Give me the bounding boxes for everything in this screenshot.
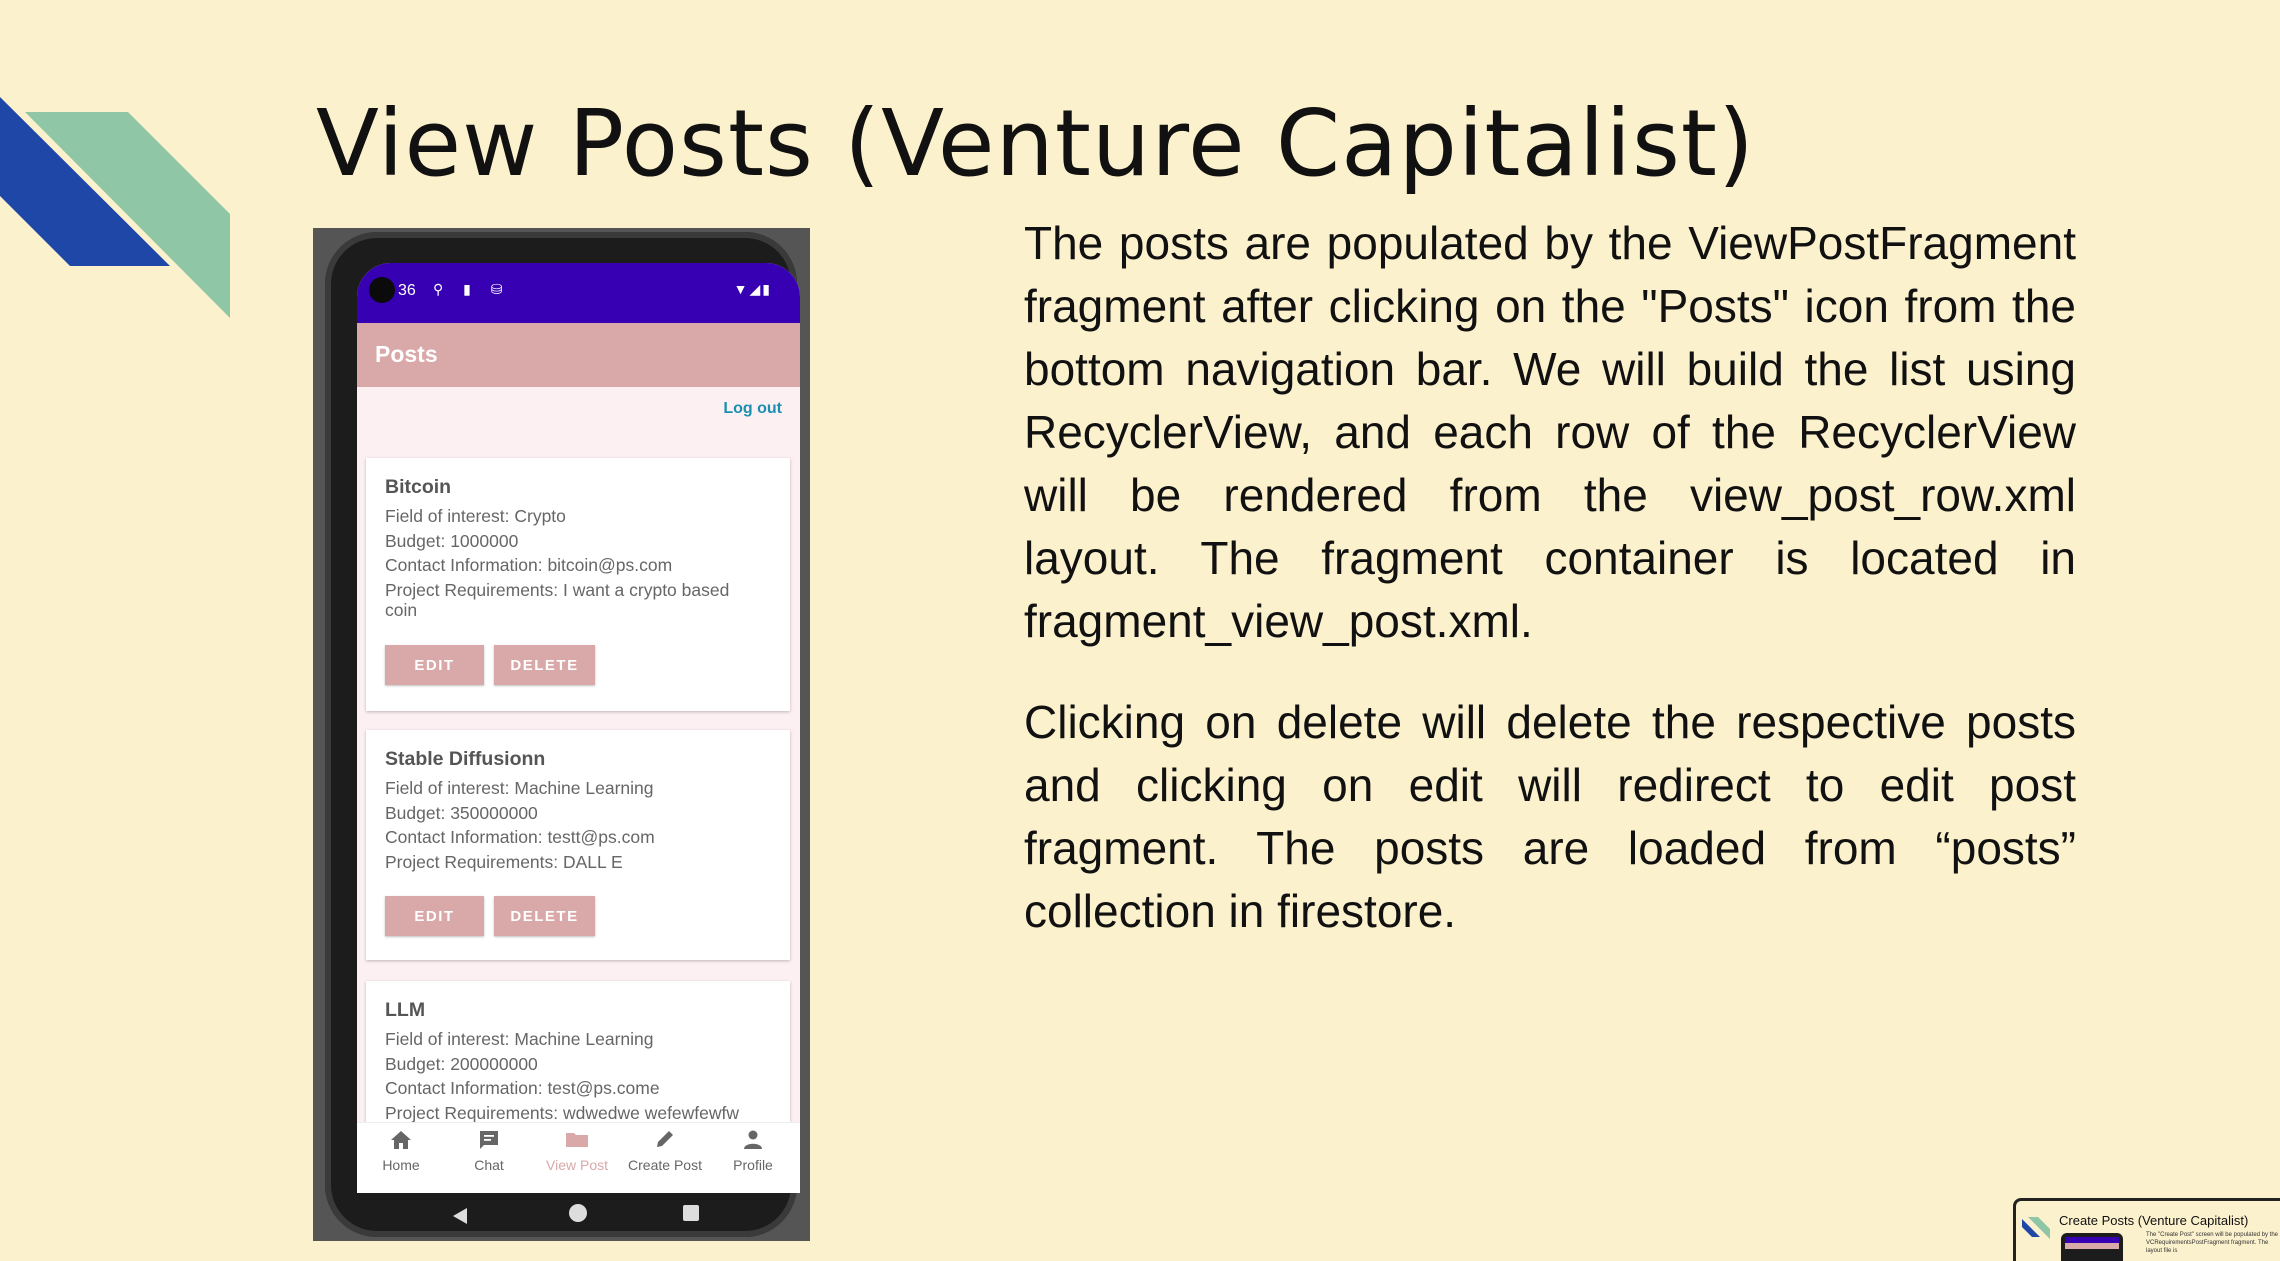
post-field: Field of interest: Machine Learning xyxy=(385,778,654,798)
post-budget: Budget: 1000000 xyxy=(385,530,519,551)
thumbnail-title: Create Posts (Venture Capitalist) xyxy=(2059,1213,2249,1228)
nav-chat-label: Chat xyxy=(474,1157,504,1173)
camera-icon xyxy=(369,277,395,303)
post-requirements: Project Requirements: I want a crypto ba… xyxy=(385,579,730,620)
post-field: Field of interest: Crypto xyxy=(385,506,566,526)
description: The posts are populated by the ViewPostF… xyxy=(1024,212,2076,981)
post-field: Field of interest: Machine Learning xyxy=(385,1029,654,1049)
decorative-stripes xyxy=(0,97,230,318)
slide-thumbnail[interactable]: Create Posts (Venture Capitalist) The "C… xyxy=(2013,1198,2280,1261)
back-icon[interactable] xyxy=(451,1206,469,1226)
delete-button[interactable]: DELETE xyxy=(494,645,595,685)
logout-button[interactable]: Log out xyxy=(723,400,782,418)
nav-profile-label: Profile xyxy=(733,1157,773,1173)
description-paragraph: The posts are populated by the ViewPostF… xyxy=(1024,217,2076,647)
chat-icon xyxy=(480,1131,498,1149)
nav-home-label: Home xyxy=(382,1157,420,1173)
bottom-navigation: Home Chat View Post Create Post Profile xyxy=(357,1122,800,1193)
app-bar-title: Posts xyxy=(375,341,438,367)
delete-button[interactable]: DELETE xyxy=(494,896,595,936)
post-contact: Contact Information: test@ps.come xyxy=(385,1078,660,1098)
post-contact: Contact Information: bitcoin@ps.com xyxy=(385,555,673,575)
post-icon xyxy=(566,1133,588,1147)
phone-screenshot: 36 ⚲ ▮ ⛁ ▼◢▮ Posts Log out Bitcoin Field… xyxy=(313,228,810,1241)
post-card: LLM Field of interest: Machine Learning … xyxy=(366,981,790,1141)
post-title: Bitcoin xyxy=(385,476,452,498)
nav-create-post-label: Create Post xyxy=(628,1157,702,1173)
status-bar: 36 ⚲ ▮ ⛁ ▼◢▮ xyxy=(357,263,800,323)
post-budget: Budget: 200000000 xyxy=(385,1053,538,1074)
thumbnail-stripes xyxy=(2022,1217,2050,1239)
post-budget: Budget: 350000000 xyxy=(385,802,538,823)
system-navigation xyxy=(357,1192,800,1237)
nav-chat[interactable]: Chat xyxy=(445,1129,533,1173)
post-card: Stable Diffusionn Field of interest: Mac… xyxy=(366,730,790,960)
post-title: Stable Diffusionn xyxy=(385,748,546,770)
nav-create-post[interactable]: Create Post xyxy=(621,1129,709,1173)
thumbnail-text: The "Create Post" screen will be populat… xyxy=(2146,1232,2278,1254)
person-icon xyxy=(744,1130,762,1149)
recents-icon[interactable] xyxy=(683,1205,699,1221)
home-icon xyxy=(391,1131,411,1149)
slide-title: View Posts (Venture Capitalist) xyxy=(316,90,1755,197)
edit-button[interactable]: EDIT xyxy=(385,645,484,685)
pencil-icon xyxy=(657,1131,673,1147)
notification-icons: ⚲ ▮ ⛁ xyxy=(433,281,511,297)
nav-view-post-label: View Post xyxy=(546,1157,608,1173)
phone-screen: 36 ⚲ ▮ ⛁ ▼◢▮ Posts Log out Bitcoin Field… xyxy=(357,263,800,1193)
post-requirements: Project Requirements: DALL E xyxy=(385,851,623,872)
post-title: LLM xyxy=(385,999,426,1021)
thumbnail-phone xyxy=(2061,1233,2123,1261)
post-contact: Contact Information: testt@ps.com xyxy=(385,827,655,847)
app-bar: Posts xyxy=(357,323,800,387)
post-card: Bitcoin Field of interest: Crypto Budget… xyxy=(366,458,790,711)
signal-battery-icons: ▼◢▮ xyxy=(733,281,772,297)
nav-profile[interactable]: Profile xyxy=(709,1129,797,1173)
nav-view-post[interactable]: View Post xyxy=(533,1129,621,1173)
nav-home[interactable]: Home xyxy=(357,1129,445,1173)
status-time: 36 xyxy=(398,282,416,299)
phone-body: 36 ⚲ ▮ ⛁ ▼◢▮ Posts Log out Bitcoin Field… xyxy=(325,232,800,1237)
edit-button[interactable]: EDIT xyxy=(385,896,484,936)
home-circle-icon[interactable] xyxy=(569,1204,587,1222)
description-paragraph: Clicking on delete will delete the respe… xyxy=(1024,696,2076,937)
